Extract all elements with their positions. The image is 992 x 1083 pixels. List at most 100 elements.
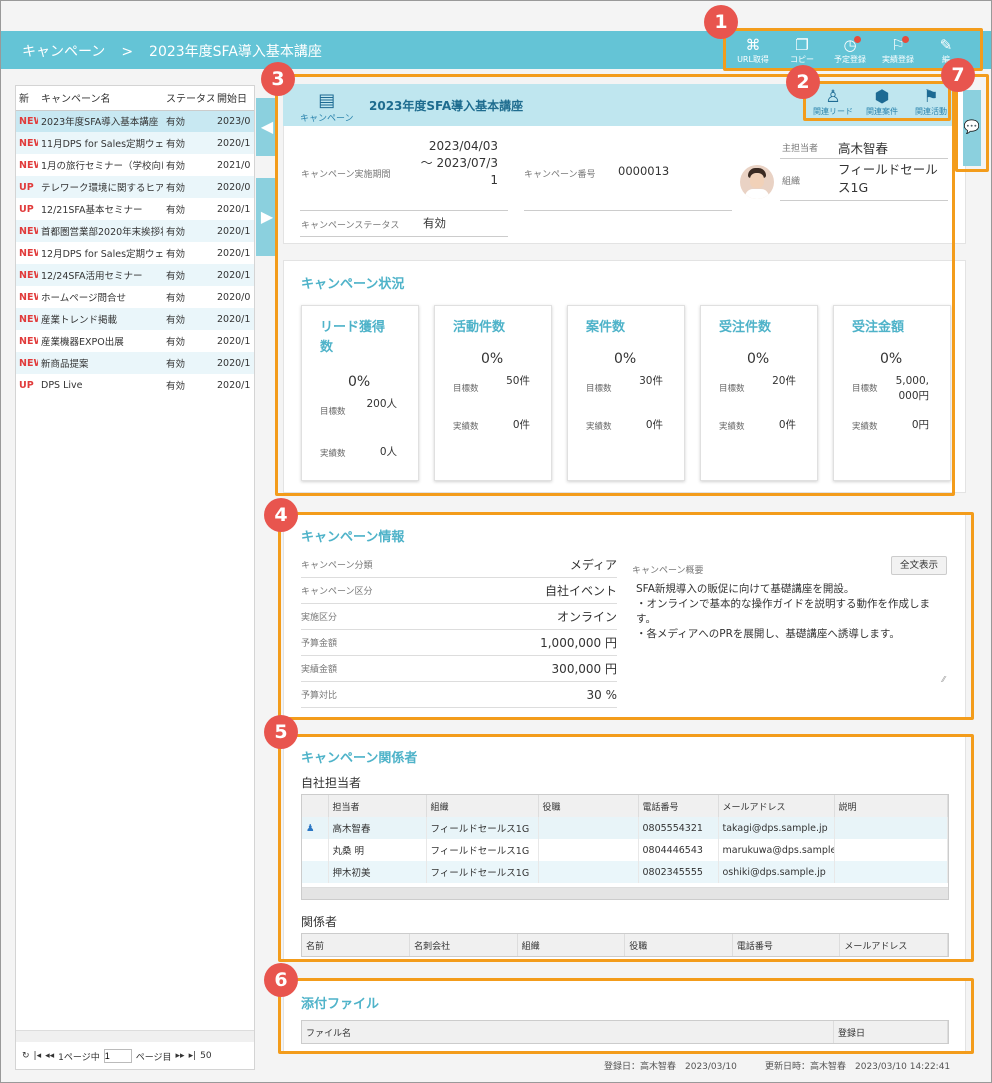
prev-page-icon[interactable]: ◂◂ (45, 1051, 54, 1061)
list-item-date: 2020/1 (217, 203, 251, 215)
list-item-name: 12月DPS for Sales定期ウェビ (41, 249, 163, 260)
list-item-name: 11月DPS for Sales定期ウェビ (38, 132, 163, 154)
list-item-status: 有効 (163, 264, 214, 286)
registered-info: 登録日：高木智春 2023/03/10 (604, 1062, 737, 1072)
list-item[interactable]: NEW12/24SFA活用セミナー有効2020/1 (16, 264, 254, 286)
list-item-status: 有効 (163, 308, 214, 330)
list-item[interactable]: UP 12/21SFA基本セミナー 有効 2020/1 (16, 198, 254, 220)
list-item[interactable]: NEW2023年度SFA導入基本講座有効2023/0 (16, 110, 254, 132)
list-item-date: 2020/1 (214, 352, 254, 374)
list-item-tag: NEW (19, 247, 38, 259)
list-item[interactable]: NEW1月の旅行セミナー（学校向け有効 2021/0 (16, 154, 254, 176)
list-item-status: 有効 (163, 132, 214, 154)
list-item[interactable]: NEW産業トレンド掲載有効2020/1 (16, 308, 254, 330)
list-item-tag: NEW (19, 291, 38, 303)
page-size[interactable]: 50 (200, 1051, 211, 1061)
badge-3: 3 (261, 62, 295, 96)
list-item-date: 2020/1 (214, 220, 254, 242)
pager-suffix: ページ目 (135, 1052, 172, 1063)
list-item-tag: UP (19, 203, 34, 215)
list-item-date: 2020/1 (217, 335, 251, 347)
list-item[interactable]: UP テレワーク環境に関するヒアリ 有効 2020/0 (16, 176, 254, 198)
chevron-left-icon: ◀ (260, 117, 274, 136)
list-item-name: ホームページ問合せ (41, 293, 127, 304)
list-item[interactable]: NEW首都圏営業部2020年末挨拶状有効2020/1 (16, 220, 254, 242)
list-item-status: 有効 (166, 161, 186, 172)
list-item-status: 有効 (163, 110, 214, 132)
col-start[interactable]: 開始日 (214, 86, 254, 111)
list-item-name: 1月の旅行セミナー（学校向け (41, 161, 163, 172)
list-item-tag: UP (19, 379, 34, 391)
list-item-status: 有効 (166, 381, 186, 392)
list-item-tag: NEW (16, 110, 38, 132)
list-item-name: 産業トレンド掲載 (38, 308, 163, 330)
annotation-box-4 (278, 512, 974, 720)
badge-2: 2 (786, 65, 820, 99)
pager-prefix: 1ページ中 (58, 1052, 100, 1063)
list-item-tag: NEW (16, 352, 38, 374)
list-item[interactable]: UP DPS Live 有効 2020/1 (16, 374, 254, 396)
annotation-box-5 (278, 734, 974, 962)
list-item-status: 有効 (163, 352, 214, 374)
list-item[interactable]: NEW産業機器EXPO出展 有効 2020/1 (16, 330, 254, 352)
list-item[interactable]: NEW11月DPS for Sales定期ウェビ有効2020/1 (16, 132, 254, 154)
list-item-status: 有効 (166, 293, 186, 304)
first-page-icon[interactable]: |◂ (34, 1051, 42, 1061)
refresh-icon[interactable]: ↻ (22, 1051, 30, 1061)
list-item-date: 2023/0 (214, 110, 254, 132)
list-item-tag: NEW (19, 335, 38, 347)
list-item[interactable]: NEW新商品提案有効2020/1 (16, 352, 254, 374)
list-item-tag: NEW (16, 264, 38, 286)
list-item-name: 12/24SFA活用セミナー (38, 264, 163, 286)
breadcrumb-current: 2023年度SFA導入基本講座 (149, 44, 322, 60)
list-item-date: 2020/1 (217, 247, 251, 259)
campaign-list-panel: 新 キャンペーン名 ステータス 開始日 NEW2023年度SFA導入基本講座有効… (15, 85, 255, 1070)
pager: ↻ |◂ ◂◂ 1ページ中 ページ目 ▸▸ ▸| 50 (16, 1046, 254, 1066)
list-item-status: 有効 (166, 249, 186, 260)
list-item[interactable]: NEWホームページ問合せ 有効 2020/0 (16, 286, 254, 308)
col-new[interactable]: 新 (16, 86, 38, 111)
list-item-name: 新商品提案 (38, 352, 163, 374)
list-item-status: 有効 (163, 220, 214, 242)
list-item-date: 2021/0 (217, 159, 251, 171)
annotation-box-6 (278, 978, 974, 1054)
breadcrumb-separator: > (121, 44, 134, 60)
list-item-tag: NEW (16, 308, 38, 330)
page-input[interactable] (103, 1049, 132, 1063)
list-scrollbar[interactable] (16, 1030, 254, 1042)
badge-1: 1 (704, 5, 738, 39)
badge-5: 5 (264, 715, 298, 749)
list-item-date: 2020/1 (214, 264, 254, 286)
badge-7: 7 (941, 58, 975, 92)
list-item-name: テレワーク環境に関するヒアリ (38, 176, 163, 198)
list-item-tag: NEW (16, 220, 38, 242)
list-item-date: 2020/0 (214, 176, 254, 198)
campaign-list-table: 新 キャンペーン名 ステータス 開始日 NEW2023年度SFA導入基本講座有効… (16, 86, 254, 396)
next-page-icon[interactable]: ▸▸ (176, 1051, 185, 1061)
list-item-date: 2020/0 (217, 291, 251, 303)
badge-6: 6 (264, 963, 298, 997)
updated-info: 更新日時：高木智春 2023/03/10 14:22:41 (765, 1062, 951, 1072)
list-item-date: 2020/1 (214, 308, 254, 330)
list-item-name: 2023年度SFA導入基本講座 (38, 110, 163, 132)
chevron-right-icon: ▶ (260, 207, 274, 226)
list-item-date: 2020/1 (214, 132, 254, 154)
annotation-box-3 (275, 74, 955, 496)
list-item[interactable]: NEW12月DPS for Sales定期ウェビ有効 2020/1 (16, 242, 254, 264)
last-page-icon[interactable]: ▸| (189, 1051, 197, 1061)
col-name[interactable]: キャンペーン名 (38, 86, 163, 111)
list-item-tag: NEW (16, 132, 38, 154)
breadcrumb-root[interactable]: キャンペーン (22, 44, 105, 60)
list-item-name: DPS Live (41, 379, 83, 391)
list-item-tag: UP (16, 176, 38, 198)
list-item-name: 首都圏営業部2020年末挨拶状 (38, 220, 163, 242)
list-item-status: 有効 (163, 176, 214, 198)
list-item-date: 2020/1 (217, 379, 251, 391)
breadcrumb: キャンペーン >2023年度SFA導入基本講座 (22, 41, 338, 61)
col-status[interactable]: ステータス (163, 86, 214, 111)
list-item-name: 12/21SFA基本セミナー (41, 205, 143, 216)
list-item-status: 有効 (166, 337, 186, 348)
list-item-status: 有効 (166, 205, 186, 216)
list-item-name: 産業機器EXPO出展 (41, 337, 124, 348)
list-item-tag: NEW (19, 159, 38, 171)
